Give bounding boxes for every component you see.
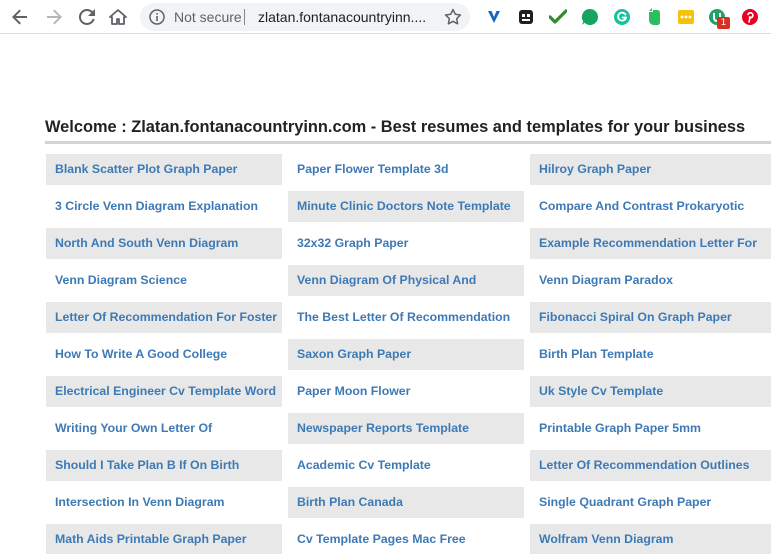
link-item[interactable]: Venn Diagram Science: [46, 265, 282, 296]
link-item[interactable]: 32x32 Graph Paper: [288, 228, 524, 259]
link-item[interactable]: Fibonacci Spiral On Graph Paper: [530, 302, 771, 333]
link-item[interactable]: North And South Venn Diagram: [46, 228, 282, 259]
link-item[interactable]: Paper Flower Template 3d: [288, 154, 524, 185]
pinterest-icon[interactable]: [740, 7, 760, 27]
dark-square-extension-icon[interactable]: [516, 7, 536, 27]
link-item[interactable]: Should I Take Plan B If On Birth: [46, 450, 282, 481]
link-item[interactable]: Wolfram Venn Diagram: [530, 524, 771, 554]
link-item[interactable]: Saxon Graph Paper: [288, 339, 524, 370]
link-item[interactable]: Letter Of Recommendation For Foster: [46, 302, 282, 333]
link-item[interactable]: Writing Your Own Letter Of: [46, 413, 282, 444]
extension-badge: 1: [717, 17, 730, 29]
link-item[interactable]: 3 Circle Venn Diagram Explanation: [46, 191, 282, 222]
v-extension-icon[interactable]: [484, 7, 504, 27]
link-item[interactable]: Example Recommendation Letter For: [530, 228, 771, 259]
home-icon[interactable]: [106, 5, 130, 29]
link-item[interactable]: Hilroy Graph Paper: [530, 154, 771, 185]
link-item[interactable]: Minute Clinic Doctors Note Template: [288, 191, 524, 222]
link-item[interactable]: Venn Diagram Paradox: [530, 265, 771, 296]
evernote-icon[interactable]: [644, 7, 664, 27]
info-icon[interactable]: [149, 9, 165, 25]
link-item[interactable]: How To Write A Good College: [46, 339, 282, 370]
reload-icon[interactable]: [75, 5, 99, 29]
link-item[interactable]: Cv Template Pages Mac Free: [288, 524, 524, 554]
links-grid: Blank Scatter Plot Graph Paper Paper Flow…: [46, 150, 771, 554]
link-item[interactable]: Newspaper Reports Template: [288, 413, 524, 444]
link-item[interactable]: Intersection In Venn Diagram: [46, 487, 282, 518]
browser-toolbar: Not secure zlatan.fontanacountryinn.... …: [0, 0, 771, 34]
link-item[interactable]: Printable Graph Paper 5mm: [530, 413, 771, 444]
link-item[interactable]: Uk Style Cv Template: [530, 376, 771, 407]
security-label: Not secure: [174, 9, 242, 25]
address-bar[interactable]: Not secure zlatan.fontanacountryinn....: [140, 3, 470, 31]
link-item[interactable]: Venn Diagram Of Physical And: [288, 265, 524, 296]
link-item[interactable]: Blank Scatter Plot Graph Paper: [46, 154, 282, 185]
green-circle-extension-icon[interactable]: [580, 7, 600, 27]
link-item[interactable]: Compare And Contrast Prokaryotic: [530, 191, 771, 222]
grammarly-icon[interactable]: [612, 7, 632, 27]
link-item[interactable]: Paper Moon Flower: [288, 376, 524, 407]
link-item[interactable]: Birth Plan Canada: [288, 487, 524, 518]
link-item[interactable]: Letter Of Recommendation Outlines: [530, 450, 771, 481]
yellow-extension-icon[interactable]: [676, 7, 696, 27]
back-arrow-icon[interactable]: [8, 5, 32, 29]
link-item[interactable]: Birth Plan Template: [530, 339, 771, 370]
link-item[interactable]: Math Aids Printable Graph Paper: [46, 524, 282, 554]
bookmark-star-icon[interactable]: [444, 8, 462, 26]
omnibox-divider: [244, 9, 245, 25]
link-item[interactable]: Single Quadrant Graph Paper: [530, 487, 771, 518]
link-item[interactable]: The Best Letter Of Recommendation: [288, 302, 524, 333]
heading-divider: [45, 141, 771, 144]
url-text[interactable]: zlatan.fontanacountryinn....: [258, 9, 434, 25]
link-item[interactable]: Academic Cv Template: [288, 450, 524, 481]
checkmark-extension-icon[interactable]: [548, 7, 568, 27]
forward-arrow-icon[interactable]: [42, 5, 66, 29]
page-heading: Welcome : Zlatan.fontanacountryinn.com -…: [45, 118, 746, 136]
link-item[interactable]: Electrical Engineer Cv Template Word: [46, 376, 282, 407]
